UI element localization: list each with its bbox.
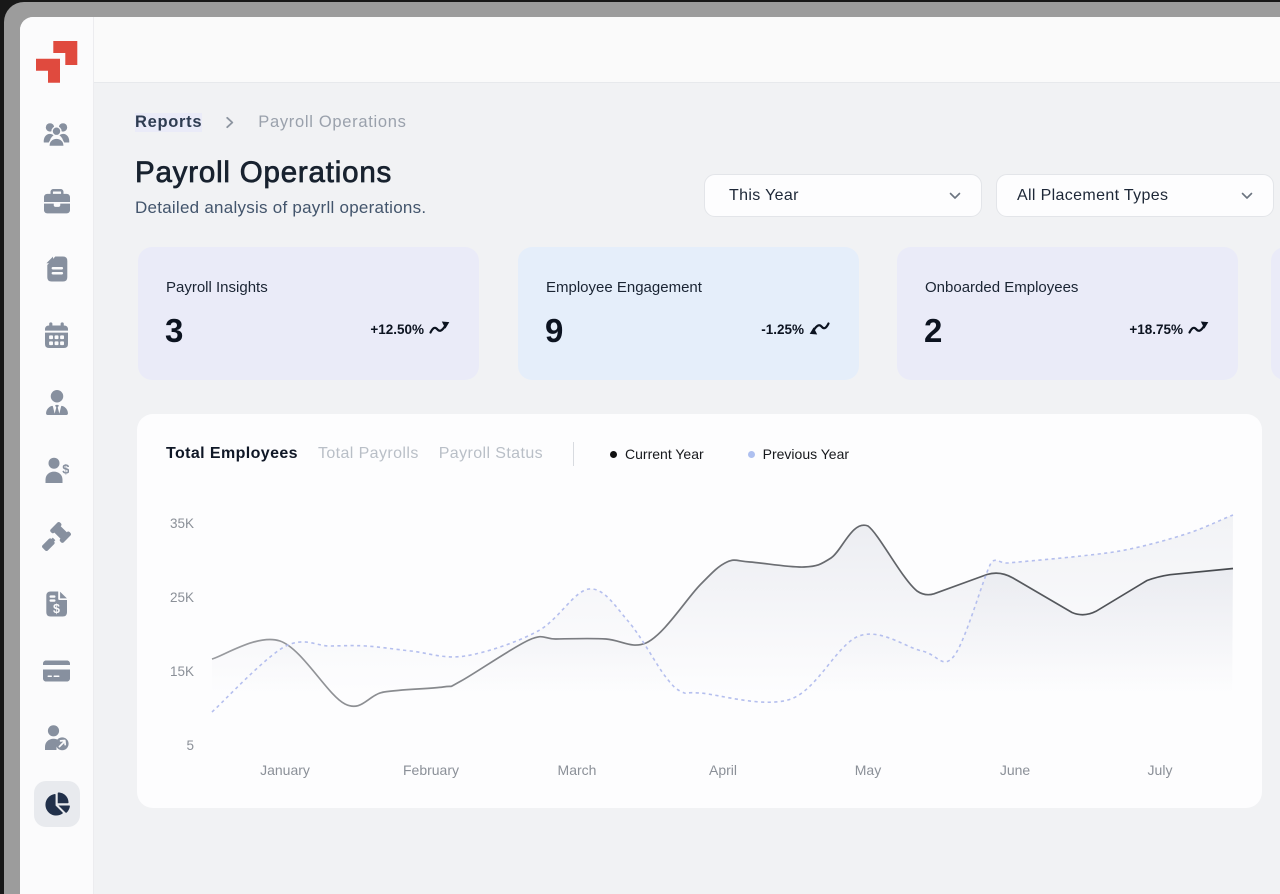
svg-text:June: June <box>1000 762 1031 778</box>
svg-text:15K: 15K <box>170 664 194 679</box>
svg-text:May: May <box>855 762 881 778</box>
svg-text:January: January <box>260 762 310 778</box>
svg-text:April: April <box>709 762 737 778</box>
svg-text:$: $ <box>53 602 60 616</box>
svg-text:5: 5 <box>186 738 194 753</box>
svg-text:February: February <box>403 762 459 778</box>
svg-text:35K: 35K <box>170 516 194 531</box>
svg-text:July: July <box>1148 762 1173 778</box>
svg-text:March: March <box>558 762 597 778</box>
svg-text:$: $ <box>62 461 69 476</box>
svg-text:25K: 25K <box>170 590 194 605</box>
